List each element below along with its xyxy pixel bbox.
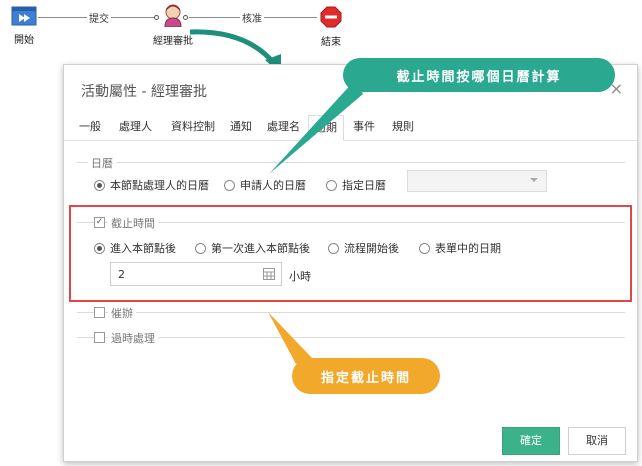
stop-icon: [320, 6, 342, 28]
tab-rules[interactable]: 規則: [386, 115, 420, 141]
connector-dot: [183, 15, 188, 20]
radio-applicant-calendar[interactable]: 申請人的日曆: [224, 177, 306, 193]
deadline-highlight-box: [69, 205, 632, 302]
radio-indicator: [326, 179, 337, 191]
flow-submit-label: 提交: [87, 10, 111, 25]
urge-group-title: 催辦: [108, 305, 136, 321]
radio-indicator: [224, 179, 235, 191]
screen: 開始 提交 經理審批 核准 結束 活動屬性 - 經理審批 × 一般 處理人 資料…: [0, 0, 642, 466]
flow-end-label: 結束: [321, 37, 341, 48]
flow-end-node[interactable]: 結束: [314, 6, 348, 48]
radio-label: 指定日曆: [342, 179, 386, 192]
calendar-select[interactable]: [407, 170, 547, 192]
start-icon: [11, 6, 37, 26]
tab-data-control[interactable]: 資料控制: [165, 115, 221, 141]
tab-notify[interactable]: 通知: [224, 115, 258, 141]
flow-start-node[interactable]: 開始: [8, 6, 40, 46]
tab-general[interactable]: 一般: [73, 115, 107, 141]
divider: [77, 312, 625, 313]
chevron-down-icon: [530, 178, 538, 182]
calendar-callout: 截止時間按哪個日曆計算: [343, 58, 615, 92]
overdue-group-title: 過時處理: [108, 330, 158, 346]
dialog-title: 活動屬性 - 經理審批: [81, 84, 207, 100]
callout-pointer: [269, 80, 363, 174]
radio-node-handler-calendar[interactable]: 本節點處理人的日曆: [94, 177, 209, 193]
confirm-button[interactable]: 確定: [502, 427, 560, 455]
urge-checkbox[interactable]: [94, 307, 105, 318]
radio-label: 本節點處理人的日曆: [110, 179, 209, 192]
divider: [77, 337, 625, 338]
user-icon: [164, 4, 182, 28]
calendar-group-title: 日曆: [88, 155, 116, 171]
tab-handler[interactable]: 處理人: [113, 115, 158, 141]
flow-start-label: 開始: [14, 35, 34, 46]
radio-specified-calendar[interactable]: 指定日曆: [326, 177, 386, 193]
deadline-callout: 指定截止時間: [292, 358, 440, 394]
overdue-checkbox[interactable]: [94, 332, 105, 343]
cancel-button[interactable]: 取消: [568, 427, 626, 455]
radio-label: 申請人的日曆: [240, 179, 306, 192]
radio-indicator: [94, 179, 105, 191]
